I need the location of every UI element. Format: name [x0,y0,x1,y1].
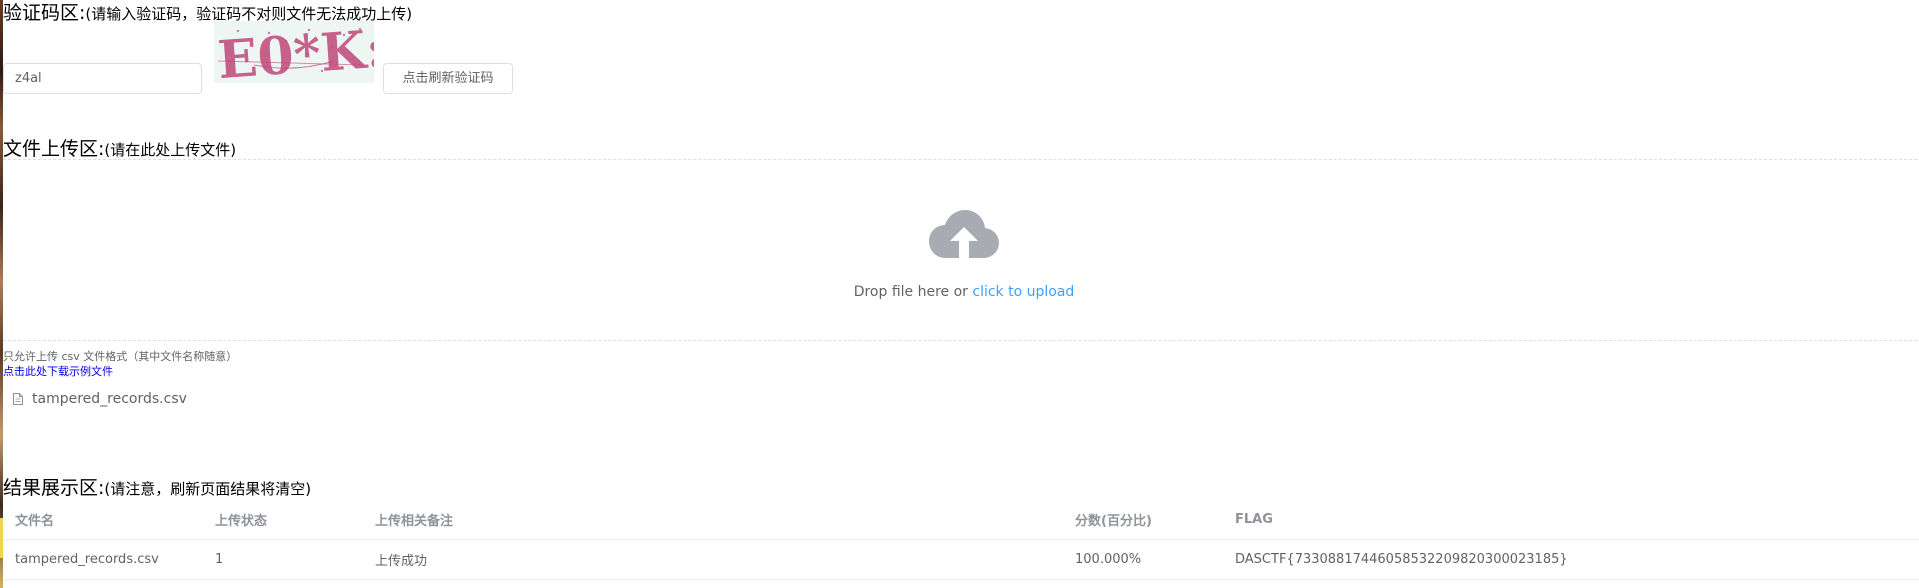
uploaded-file-item[interactable]: tampered_records.csv [13,389,187,409]
captcha-image[interactable]: E0*K:7 [214,21,374,83]
column-header-filename: 文件名 [3,500,203,540]
results-table-header-row: 文件名 上传状态 上传相关备注 分数(百分比) FLAG [3,500,1919,540]
click-to-upload-link[interactable]: click to upload [972,284,1074,300]
results-hint-text: (请注意，刷新页面结果将清空) [104,480,312,498]
column-header-status: 上传状态 [203,500,363,540]
cloud-upload-icon [929,210,999,258]
captcha-image-text: E0*K:7 [216,21,374,83]
captcha-title-text: 验证码区: [3,2,86,24]
uploaded-file-name: tampered_records.csv [32,391,187,407]
results-title-text: 结果展示区: [3,477,105,499]
cell-filename: tampered_records.csv [3,539,203,580]
cell-status: 1 [203,539,363,580]
cell-flag: DASCTF{73308817446058532209820300023185} [1223,539,1919,580]
cell-remark: 上传成功 [363,539,1063,580]
upload-tip-text: 只允许上传 csv 文件格式（其中文件名称随意） [3,350,238,363]
upload-section-title: 文件上传区:(请在此处上传文件) [3,138,236,161]
page: 验证码区:(请输入验证码，验证码不对则文件无法成功上传) E0*K:7 点击刷新… [0,0,1919,588]
refresh-captcha-button[interactable]: 点击刷新验证码 [383,63,513,94]
drop-text: Drop file here or click to upload [700,283,1228,301]
download-example-link[interactable]: 点击此处下载示例文件 [3,365,113,379]
table-row: tampered_records.csv 1 上传成功 100.000% DAS… [3,539,1919,580]
results-table: 文件名 上传状态 上传相关备注 分数(百分比) FLAG tampered_re… [3,500,1919,580]
drop-text-prefix: Drop file here or [853,284,973,300]
captcha-input[interactable] [3,63,202,94]
column-header-flag: FLAG [1223,500,1919,540]
upload-title-text: 文件上传区: [3,138,105,160]
results-section-title: 结果展示区:(请注意，刷新页面结果将清空) [3,477,311,500]
document-icon [13,393,23,405]
column-header-remark: 上传相关备注 [363,500,1063,540]
column-header-score: 分数(百分比) [1063,500,1223,540]
upload-hint-text: (请在此处上传文件) [104,141,237,159]
cell-score: 100.000% [1063,539,1223,580]
